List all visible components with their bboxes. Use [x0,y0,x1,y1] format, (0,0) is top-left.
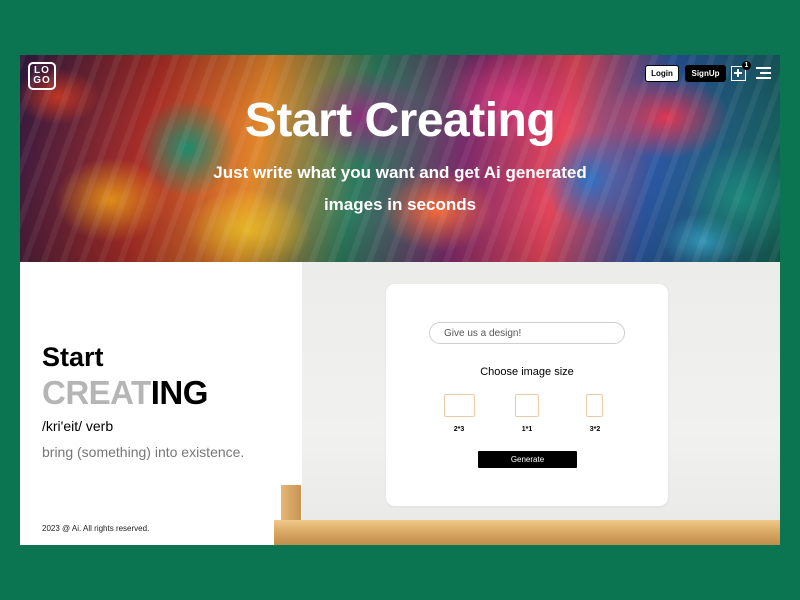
generate-button[interactable]: Generate [478,451,577,468]
page-frame: LO GO Login SignUp 1 Start Creating Just… [20,55,780,545]
signup-button[interactable]: SignUp [685,65,726,82]
copyright: 2023 @ Ai. All rights reserved. [42,524,150,533]
phonetic: /kri'eit/ verb [42,418,114,434]
size-label-3x2: 3*2 [589,426,601,433]
size-option-3x2[interactable] [586,394,603,417]
size-option-2x3[interactable] [444,394,475,417]
start-word: Start [42,342,104,372]
shelf-post [281,485,301,523]
size-option-1x1[interactable] [515,394,539,417]
hero-subtitle: Just write what you want and get Ai gene… [213,163,587,214]
logo[interactable]: LO GO [28,62,56,90]
size-label-1x1: 1*1 [521,426,533,433]
definition-text: bring (something) into existence. [42,444,245,460]
creating-word: CREATING [42,374,208,412]
notification-badge: 1 [742,61,751,70]
creat-part: CREAT [42,374,151,411]
hero-banner: LO GO Login SignUp 1 Start Creating Just… [20,55,780,262]
wooden-shelf [274,520,780,545]
definition-panel: Start CREATING /kri'eit/ verb bring (som… [20,262,302,545]
generate-card: Choose image size 2*3 1*1 3*2 Generate [386,284,668,506]
size-title: Choose image size [480,366,574,378]
ing-part: ING [150,374,209,411]
login-button[interactable]: Login [645,65,679,82]
logo-line-2: GO [33,75,51,86]
size-label-2x3: 2*3 [453,426,465,433]
hero-title: Start Creating [244,94,556,147]
menu-icon[interactable] [756,67,771,79]
design-input[interactable] [429,322,625,344]
